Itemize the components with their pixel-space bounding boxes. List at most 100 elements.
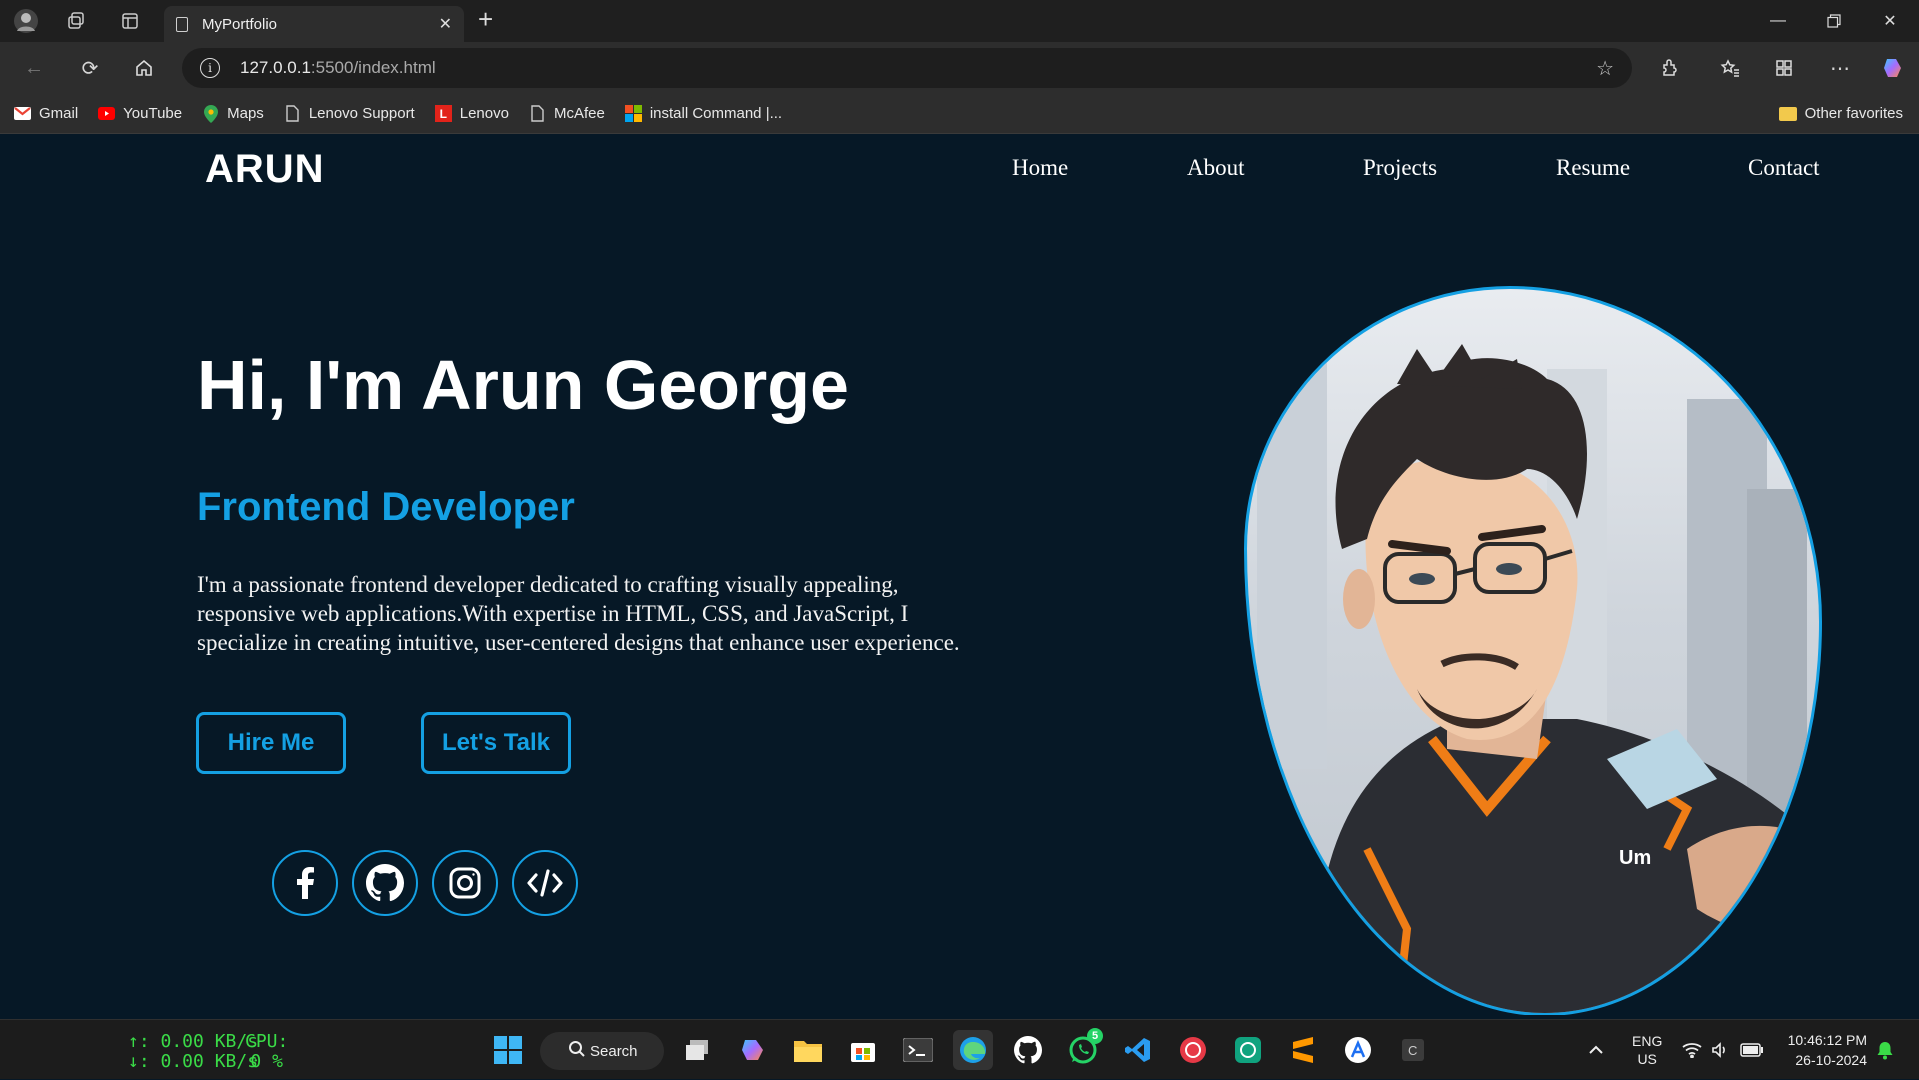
chatgpt-icon[interactable] xyxy=(1228,1030,1268,1070)
cpu-readout: CPU: 0 % xyxy=(245,1032,288,1072)
maps-pin-icon xyxy=(202,104,219,123)
copilot-icon[interactable] xyxy=(1876,50,1912,86)
bookmark-install-command[interactable]: install Command |... xyxy=(624,105,783,122)
whatsapp-icon[interactable]: 5 xyxy=(1063,1028,1103,1070)
hero-description: I'm a passionate frontend developer dedi… xyxy=(197,572,960,655)
profile-avatar-icon[interactable] xyxy=(6,0,46,42)
back-icon[interactable]: ← xyxy=(16,50,52,86)
close-tab-icon[interactable]: ✕ xyxy=(439,14,452,34)
vertical-tabs-icon[interactable] xyxy=(110,0,150,42)
site-logo[interactable]: ARUN xyxy=(205,147,325,192)
network-speed-readout: ↑: 0.00 KB/s ↓: 0.00 KB/s xyxy=(128,1032,258,1072)
youtube-icon xyxy=(98,105,116,122)
notification-bell-icon[interactable] xyxy=(1876,1020,1894,1080)
edge-browser-icon[interactable] xyxy=(953,1030,993,1070)
hero-subtitle: Frontend Developer xyxy=(197,485,575,529)
bookmark-label: Lenovo xyxy=(459,105,509,122)
workspaces-icon[interactable] xyxy=(56,0,96,42)
collections-icon[interactable] xyxy=(1766,50,1802,86)
volume-icon[interactable] xyxy=(1711,1020,1729,1080)
minimize-icon[interactable]: — xyxy=(1750,0,1806,42)
clock-time: 10:46:12 PM xyxy=(1787,1032,1867,1048)
home-icon[interactable] xyxy=(126,50,162,86)
bookmark-lenovo[interactable]: L Lenovo xyxy=(434,105,509,122)
app-red-icon[interactable] xyxy=(1173,1030,1213,1070)
language-indicator[interactable]: ENG US xyxy=(1632,1020,1662,1080)
profile-avatar-image: Um xyxy=(1244,286,1822,1015)
github-icon xyxy=(366,864,404,902)
app-store-icon[interactable] xyxy=(1338,1030,1378,1070)
portfolio-page: ARUN Home About Projects Resume Contact … xyxy=(5,135,1914,1015)
start-button[interactable] xyxy=(488,1030,528,1070)
bookmark-gmail[interactable]: Gmail xyxy=(14,105,78,122)
url-host: 127.0.0.1 xyxy=(240,58,311,77)
nav-resume[interactable]: Resume xyxy=(1556,155,1630,181)
nav-projects[interactable]: Projects xyxy=(1363,155,1437,181)
address-bar[interactable]: i 127.0.0.1:5500/index.html ☆ xyxy=(182,48,1632,88)
lang-bottom: US xyxy=(1637,1051,1657,1067)
lets-talk-button[interactable]: Let's Talk xyxy=(421,712,571,774)
browser-titlebar: MyPortfolio ✕ + — ✕ xyxy=(0,0,1919,42)
microsoft-store-icon[interactable] xyxy=(843,1030,883,1070)
refresh-icon[interactable]: ⟳ xyxy=(72,50,108,86)
bookmark-maps[interactable]: Maps xyxy=(202,104,264,123)
restore-icon[interactable] xyxy=(1806,0,1862,42)
new-tab-icon[interactable]: + xyxy=(478,4,493,35)
github-link[interactable] xyxy=(352,850,418,916)
url-path: :5500/index.html xyxy=(310,58,436,77)
extensions-icon[interactable] xyxy=(1652,50,1688,86)
search-icon xyxy=(568,1040,586,1062)
bookmark-youtube[interactable]: YouTube xyxy=(98,105,182,122)
other-favorites[interactable]: Other favorites xyxy=(1778,105,1903,122)
terminal-icon[interactable] xyxy=(898,1030,938,1070)
gmail-icon xyxy=(14,105,31,122)
whatsapp-badge: 5 xyxy=(1087,1028,1103,1044)
bookmark-lenovo-support[interactable]: Lenovo Support xyxy=(284,105,415,122)
sublime-text-icon[interactable] xyxy=(1283,1030,1323,1070)
browser-tab[interactable]: MyPortfolio ✕ xyxy=(164,6,464,42)
instagram-link[interactable] xyxy=(432,850,498,916)
bookmarks-bar: Gmail YouTube Maps Lenovo Support L Leno… xyxy=(0,94,1919,134)
bookmark-label: Gmail xyxy=(39,105,79,122)
more-options-icon[interactable]: ⋯ xyxy=(1822,50,1858,86)
bookmark-label: McAfee xyxy=(553,105,605,122)
nav-contact[interactable]: Contact xyxy=(1748,155,1820,181)
facebook-link[interactable] xyxy=(272,850,338,916)
copilot-app-icon[interactable] xyxy=(733,1030,773,1070)
vscode-icon[interactable] xyxy=(1118,1030,1158,1070)
upload-speed: ↑: 0.00 KB/s xyxy=(128,1031,259,1052)
page-document-icon xyxy=(529,105,546,122)
task-view-icon[interactable] xyxy=(678,1030,718,1070)
microsoft-icon xyxy=(624,105,642,122)
terminal-c-icon[interactable]: C xyxy=(1393,1030,1433,1070)
bookmark-label: install Command |... xyxy=(649,105,783,122)
battery-icon[interactable] xyxy=(1740,1020,1764,1080)
code-icon xyxy=(527,869,563,897)
lenovo-icon: L xyxy=(434,105,452,122)
bookmark-label: Maps xyxy=(227,105,264,122)
github-desktop-icon[interactable] xyxy=(1008,1030,1048,1070)
hire-me-button[interactable]: Hire Me xyxy=(196,712,346,774)
folder-icon xyxy=(1778,106,1797,121)
wifi-icon[interactable] xyxy=(1682,1020,1702,1080)
close-window-icon[interactable]: ✕ xyxy=(1862,0,1918,42)
svg-text:C: C xyxy=(1408,1043,1417,1058)
windows-logo-icon xyxy=(494,1036,522,1064)
search-label: Search xyxy=(590,1042,638,1060)
favorite-star-icon[interactable]: ☆ xyxy=(1596,56,1614,81)
site-info-icon[interactable]: i xyxy=(200,58,220,78)
page-document-icon xyxy=(284,105,301,122)
lang-top: ENG xyxy=(1632,1033,1663,1049)
tray-chevron-icon[interactable] xyxy=(1588,1020,1604,1080)
nav-home[interactable]: Home xyxy=(1012,155,1068,181)
nav-about[interactable]: About xyxy=(1187,155,1245,181)
file-explorer-icon[interactable] xyxy=(788,1030,828,1070)
system-clock[interactable]: 10:46:12 PM 26-10-2024 xyxy=(1788,1030,1867,1070)
hero-title: Hi, I'm Arun George xyxy=(197,346,849,424)
taskbar-search[interactable]: Search xyxy=(540,1032,664,1070)
clock-date: 26-10-2024 xyxy=(1795,1052,1867,1068)
page-document-icon xyxy=(176,16,188,32)
bookmark-mcafee[interactable]: McAfee xyxy=(529,105,605,122)
favorites-icon[interactable] xyxy=(1712,50,1748,86)
code-link[interactable] xyxy=(512,850,578,916)
